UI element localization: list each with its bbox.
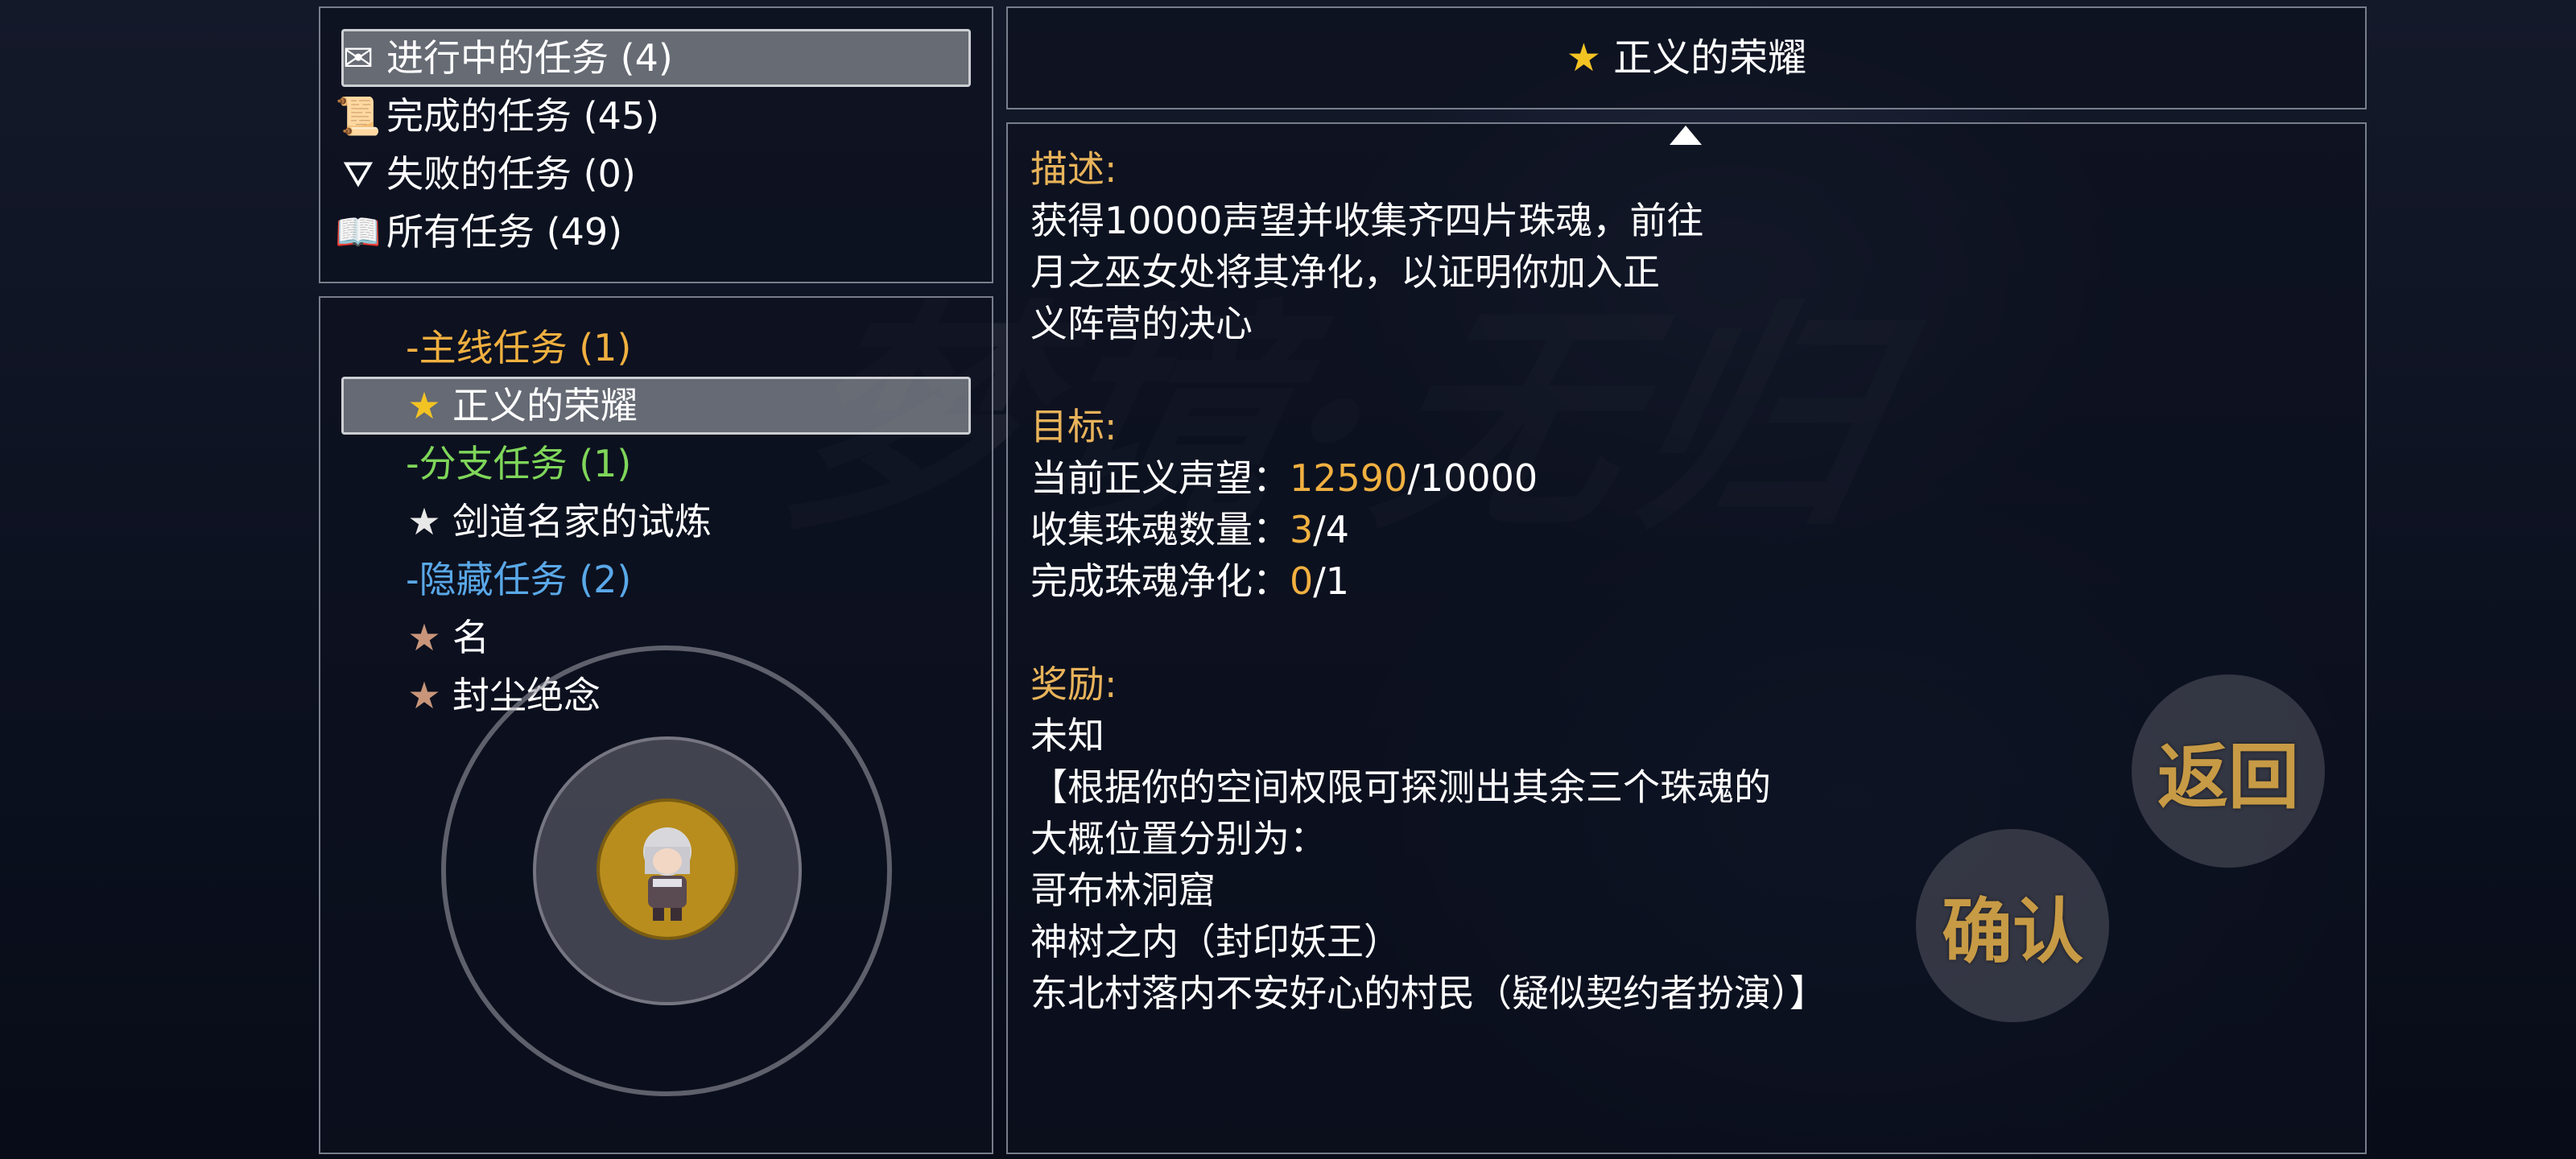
goal-row: 完成珠魂净化：0/1 [1030, 555, 1349, 607]
hidden-quest-header[interactable]: -隐藏任务 (2) [406, 552, 631, 607]
goal-current: 0 [1290, 559, 1314, 603]
quest-item-label: 名 [452, 616, 489, 659]
main-quest-header[interactable]: -主线任务 (1) [406, 320, 631, 375]
star-icon: ★ [407, 384, 441, 427]
category-all[interactable]: 📖 所有任务 (49) [335, 204, 622, 259]
description-label: 描述: [1030, 147, 1117, 191]
star-icon: ★ [407, 500, 441, 543]
quest-title-bar: ★ 正义的荣耀 [1006, 6, 2367, 109]
back-button[interactable]: 返回 [2132, 674, 2325, 868]
quest-item-ming[interactable]: ★ 名 [401, 610, 489, 665]
goal-name: 完成珠魂净化： [1030, 559, 1290, 603]
quest-item-label: 剑道名家的试炼 [452, 500, 712, 543]
quest-title: 正义的荣耀 [1613, 35, 1807, 80]
goal-name: 收集珠魂数量： [1030, 508, 1290, 551]
confirm-button[interactable]: 确认 [1916, 829, 2109, 1022]
category-label: 进行中的任务 (4) [386, 36, 673, 80]
scroll-icon: 📜 [335, 94, 382, 138]
goal-total: /4 [1313, 508, 1350, 551]
description-line: 月之巫女处将其净化，以证明你加入正 [1030, 250, 1660, 294]
reward-label: 奖励: [1030, 662, 1117, 706]
quest-item-zhengyi[interactable]: ★ 正义的荣耀 [401, 378, 638, 433]
description-line: 获得10000声望并收集齐四片珠魂，前往 [1030, 199, 1704, 242]
broken-flag-icon: ⛛ [342, 152, 374, 196]
open-book-icon: 📖 [335, 210, 382, 254]
goal-current: 3 [1290, 508, 1314, 551]
category-completed[interactable]: 📜 完成的任务 (45) [335, 89, 659, 143]
star-icon: ★ [407, 674, 441, 717]
character-sprite-icon [643, 827, 691, 921]
star-icon: ★ [407, 616, 441, 659]
description-line: 义阵营的决心 [1030, 302, 1253, 345]
category-label: 完成的任务 (45) [386, 94, 660, 138]
goal-row: 当前正义声望：12590/10000 [1030, 452, 1538, 504]
goal-name: 当前正义声望： [1030, 456, 1290, 500]
goal-row: 收集珠魂数量：3/4 [1030, 504, 1349, 555]
goal-total: /10000 [1407, 456, 1538, 500]
quest-item-jiandao[interactable]: ★ 剑道名家的试炼 [401, 494, 712, 549]
category-failed[interactable]: ⛛ 失败的任务 (0) [335, 146, 636, 201]
reward-line: 【根据你的空间权限可探测出其余三个珠魂的 [1030, 765, 1771, 809]
quest-item-label: 正义的荣耀 [452, 384, 638, 427]
reward-line: 神树之内（封印妖王） [1030, 920, 1401, 963]
reward-line: 未知 [1030, 714, 1104, 757]
reward-line: 东北村落内不安好心的村民（疑似契约者扮演）】 [1030, 971, 1827, 1015]
joystick-knob[interactable] [597, 798, 738, 940]
side-quest-header[interactable]: -分支任务 (1) [406, 436, 631, 491]
category-in-progress[interactable]: ✉ 进行中的任务 (4) [335, 31, 673, 85]
category-label: 失败的任务 (0) [386, 152, 636, 196]
quest-category-panel: ✉ 进行中的任务 (4) 📜 完成的任务 (45) ⛛ 失败的任务 (0) 📖 所有任务… [319, 6, 993, 283]
star-icon: ★ [1566, 35, 1601, 80]
goal-current: 12590 [1290, 456, 1408, 500]
goal-total: /1 [1313, 559, 1350, 603]
goal-label: 目标: [1030, 405, 1117, 448]
category-label: 所有任务 (49) [386, 210, 623, 254]
envelope-icon: ✉ [342, 36, 374, 80]
reward-line: 哥布林洞窟 [1030, 868, 1216, 912]
scroll-up-arrow-icon[interactable] [1670, 126, 1702, 145]
reward-line: 大概位置分别为： [1030, 817, 1327, 860]
